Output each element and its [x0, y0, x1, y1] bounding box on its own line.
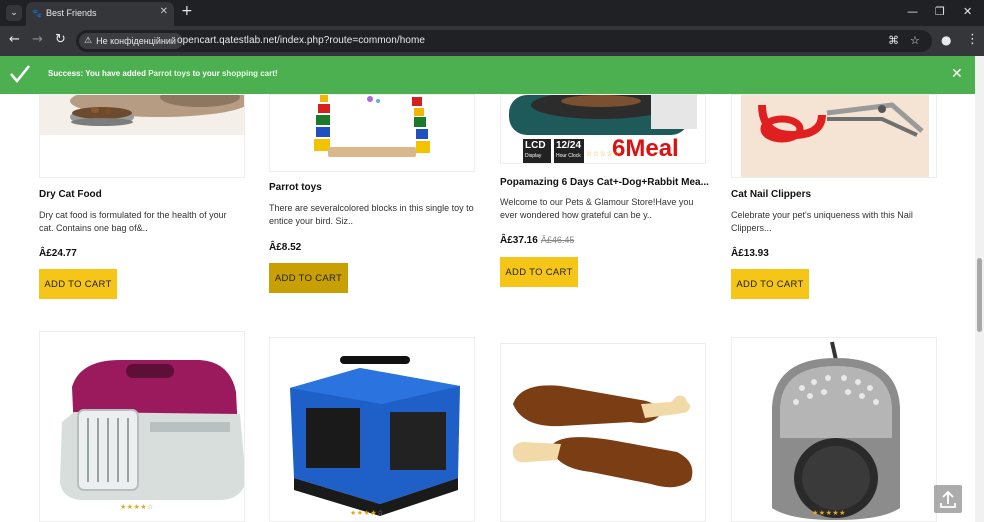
maximize-icon[interactable]: ❐: [935, 5, 945, 18]
product-image-parrot-toys[interactable]: [269, 94, 475, 172]
cat-eating-image: [40, 95, 244, 135]
meal-label: 6Meal: [612, 135, 679, 162]
add-to-cart-button-parrot-toys[interactable]: ADD TO CART: [269, 263, 348, 293]
security-indicator[interactable]: ⚠ Не конфіденційний: [79, 33, 183, 49]
upload-arrow-icon: [940, 490, 956, 508]
stars-value: ★★★★☆: [120, 503, 154, 511]
product-price-popamazing: Â£37.16 Â£46.45: [500, 235, 574, 246]
browser-menu-kebab-icon[interactable]: ⋮: [966, 33, 979, 47]
star-icon: ☆: [377, 509, 384, 517]
forward-arrow-icon[interactable]: →: [32, 33, 43, 47]
star-icon: ★: [839, 509, 846, 517]
product-name-cat-nail-clippers[interactable]: Cat Nail Clippers: [731, 189, 811, 200]
lcd-label: LCD: [525, 140, 546, 151]
profile-avatar-icon[interactable]: ●: [941, 33, 951, 47]
pink-pet-carrier-image: [60, 360, 244, 500]
product-desc-parrot-toys: There are severalcolored blocks in this …: [269, 203, 474, 226]
rating-stars-pet-carrier-pink: ★★★★☆: [120, 503, 154, 511]
lcd-sub-label: Display: [525, 153, 542, 159]
product-image-dry-cat-food[interactable]: [39, 94, 245, 178]
rating-stars-soft-crate-blue: ★★★★☆: [350, 509, 384, 517]
alert-close-icon[interactable]: ✕: [951, 66, 963, 82]
product-image-pet-backpack[interactable]: ★★★★★: [731, 337, 937, 522]
product-name-popamazing[interactable]: Popamazing 6 Days Cat+-Dog+Rabbit Mea...: [500, 177, 709, 188]
product-price-dry-cat-food: Â£24.77: [39, 248, 77, 259]
nail-clippers-image: [741, 95, 929, 177]
product-desc-dry-cat-food: Dry cat food is formulated for the healt…: [39, 210, 227, 233]
success-alert: Success: You have added Parrot toys to y…: [0, 56, 975, 94]
product-desc-popamazing: Welcome to our Pets & Glamour Store!Have…: [500, 197, 694, 220]
url-text[interactable]: opencart.qatestlab.net/index.php?route=c…: [177, 35, 425, 46]
star-icon: ★: [356, 509, 364, 517]
rating-stars-popamazing: ☆☆☆☆☆: [586, 150, 620, 158]
reload-icon[interactable]: ↻: [55, 33, 66, 47]
add-to-cart-button-cat-nail-clippers[interactable]: ADD TO CART: [731, 269, 809, 299]
add-to-cart-button-popamazing[interactable]: ADD TO CART: [500, 257, 578, 287]
scrollbar-thumb[interactable]: [977, 258, 982, 332]
site-favicon-icon: 🐾: [32, 9, 42, 18]
clock-label: 12/24: [556, 140, 582, 151]
add-to-cart-button-dry-cat-food[interactable]: ADD TO CART: [39, 269, 117, 299]
new-tab-plus-icon[interactable]: +: [181, 3, 193, 19]
clock-sub-label: Hour Clock: [556, 153, 581, 159]
product-image-cat-nail-clippers[interactable]: [731, 94, 937, 178]
product-desc-cat-nail-clippers: Celebrate your pet's uniqueness with thi…: [731, 210, 913, 233]
stars-value: ★★★★☆: [350, 509, 384, 517]
alert-prefix: Success: You have added: [48, 69, 149, 78]
minimize-icon[interactable]: —: [907, 5, 918, 18]
tab-best-friends[interactable]: 🐾 Best Friends ✕: [26, 2, 174, 26]
product-name-parrot-toys[interactable]: Parrot toys: [269, 182, 322, 193]
browser-tab-strip: ⌄ 🐾 Best Friends ✕ + — ❐ ✕: [0, 0, 984, 26]
star-icon: ★: [818, 509, 826, 517]
bookmark-star-icon[interactable]: ☆: [910, 34, 920, 47]
chicken-leg-treats-image: [512, 385, 693, 488]
price-value: Â£8.52: [269, 242, 302, 253]
product-image-chicken-leg-treats[interactable]: [500, 343, 706, 522]
alert-cart-link[interactable]: shopping cart: [222, 69, 275, 78]
scroll-to-top-button[interactable]: [934, 485, 962, 513]
stars-value: ★★★★★: [812, 509, 846, 517]
browser-toolbar: ← → ↻ ⚠ Не конфіденційний opencart.qates…: [0, 26, 984, 56]
alert-middle: to your: [190, 69, 222, 78]
star-icon: ★: [812, 509, 819, 517]
back-arrow-icon[interactable]: ←: [9, 33, 20, 47]
star-icon: ★: [126, 503, 134, 511]
price-value: Â£37.16: [500, 235, 538, 246]
blue-soft-crate-image: [290, 356, 460, 516]
alert-suffix: !: [274, 69, 278, 78]
product-price-cat-nail-clippers: Â£13.93: [731, 248, 769, 259]
product-image-soft-crate-blue[interactable]: ★★★★☆: [269, 337, 475, 522]
tab-close-icon[interactable]: ✕: [160, 6, 168, 17]
old-price-value: Â£46.45: [540, 235, 575, 245]
parrot-toy-image: [314, 95, 430, 157]
success-message: Success: You have added Parrot toys to y…: [48, 69, 278, 78]
star-icon: ★: [350, 509, 357, 517]
product-image-pet-carrier-pink[interactable]: ★★★★☆: [39, 331, 245, 522]
star-icon: ☆: [147, 503, 154, 511]
price-value: Â£13.93: [731, 248, 769, 259]
pet-backpack-image: [772, 341, 900, 520]
tab-title: Best Friends: [46, 8, 97, 18]
address-bar[interactable]: ⚠ Не конфіденційний opencart.qatestlab.n…: [76, 30, 932, 52]
security-label: Не конфіденційний: [96, 36, 176, 46]
page-scrollbar[interactable]: [975, 56, 984, 522]
checkmark-icon: [10, 65, 30, 84]
window-close-icon[interactable]: ✕: [963, 5, 972, 18]
star-icon: ★: [120, 503, 127, 511]
translate-icon[interactable]: ⌘: [888, 34, 899, 47]
product-name-dry-cat-food[interactable]: Dry Cat Food: [39, 189, 102, 200]
price-value: Â£24.77: [39, 248, 77, 259]
product-price-parrot-toys: Â£8.52: [269, 242, 301, 253]
rating-stars-pet-backpack: ★★★★★: [812, 509, 846, 517]
alert-product-link[interactable]: Parrot toys: [148, 69, 190, 78]
tab-search-chevron-down-icon[interactable]: ⌄: [6, 5, 22, 21]
not-secure-icon: ⚠: [84, 36, 93, 46]
